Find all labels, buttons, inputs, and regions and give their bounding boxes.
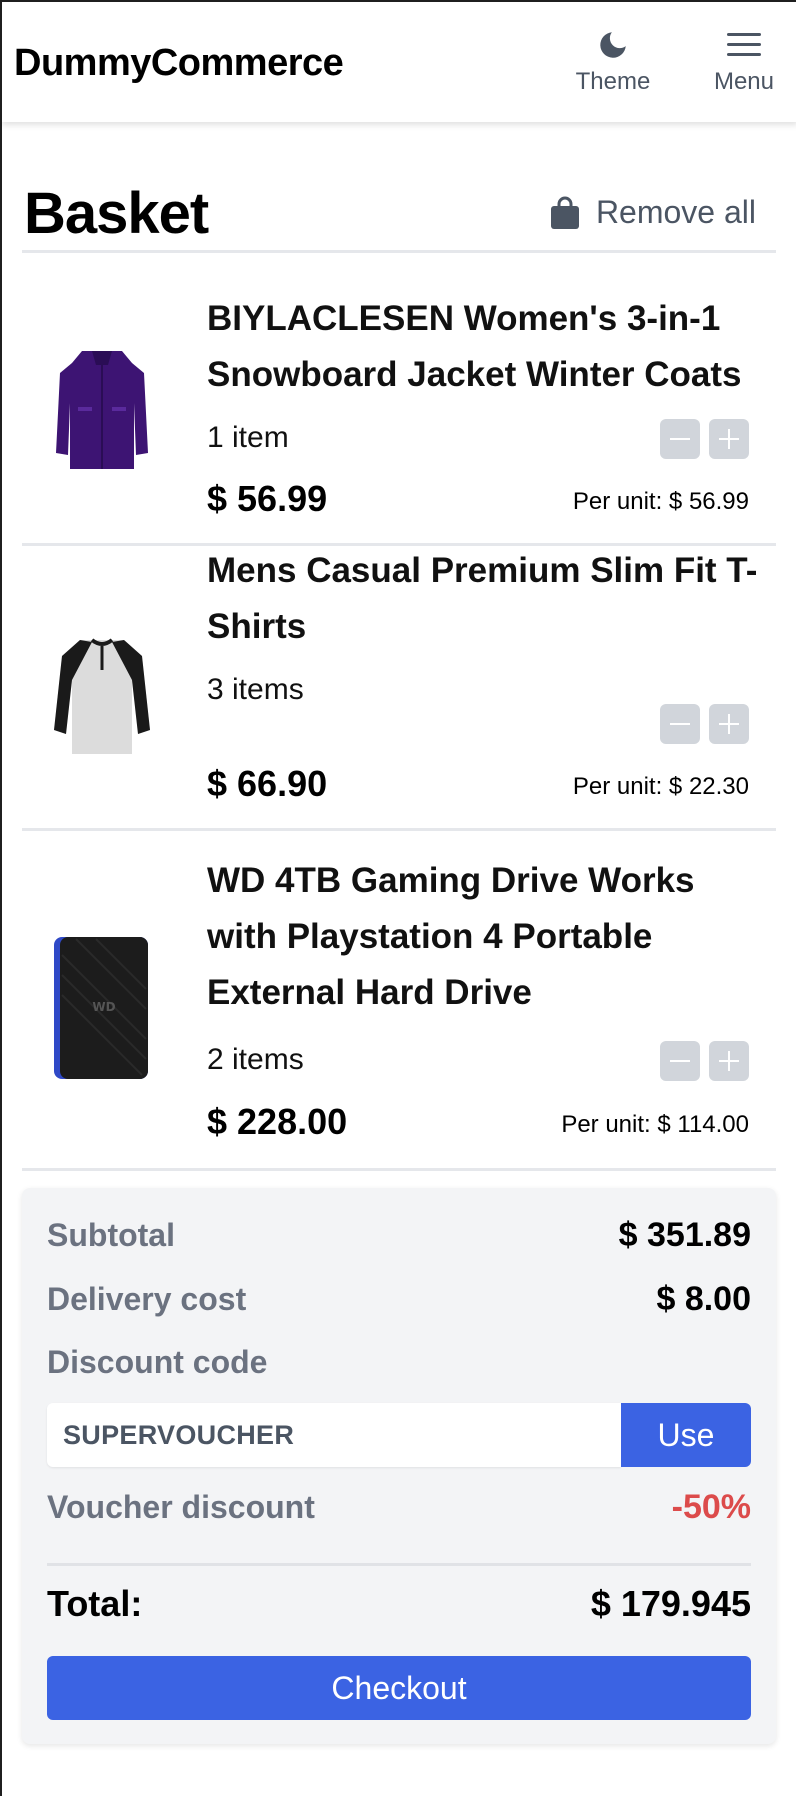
quantity-stepper bbox=[660, 704, 749, 744]
decrease-quantity-button[interactable] bbox=[660, 419, 700, 459]
item-total-price: $ 56.99 bbox=[207, 478, 328, 519]
purple-jacket-image bbox=[56, 351, 148, 469]
item-unit-price: Per unit: $ 114.00 bbox=[561, 1111, 749, 1138]
brand-logo[interactable]: DummyCommerce bbox=[14, 42, 344, 85]
apply-discount-button[interactable]: Use bbox=[621, 1403, 751, 1467]
svg-text:WD: WD bbox=[92, 1000, 115, 1014]
bag-icon bbox=[550, 196, 579, 229]
order-summary-card: Subtotal $ 351.89 Delivery cost $ 8.00 D… bbox=[22, 1188, 776, 1744]
item-unit-price: Per unit: $ 56.99 bbox=[572, 488, 749, 515]
plus-icon bbox=[719, 1051, 739, 1071]
divider bbox=[22, 1168, 776, 1171]
increase-quantity-button[interactable] bbox=[709, 419, 749, 459]
subtotal-row: Subtotal $ 351.89 bbox=[47, 1216, 751, 1255]
decrease-quantity-button[interactable] bbox=[660, 1041, 700, 1081]
item-quantity: 3 items bbox=[207, 673, 304, 706]
hard-drive-image: WD bbox=[54, 937, 148, 1079]
menu-label: Menu bbox=[713, 68, 775, 95]
item-title[interactable]: WD 4TB Gaming Drive Works with Playstati… bbox=[207, 853, 767, 1021]
basket-item: WD WD 4TB Gaming Drive Works with Playst… bbox=[22, 831, 776, 1168]
item-total-price: $ 66.90 bbox=[207, 763, 328, 804]
increase-quantity-button[interactable] bbox=[709, 704, 749, 744]
total-label: Total: bbox=[47, 1583, 143, 1624]
item-quantity: 2 items bbox=[207, 1043, 304, 1076]
remove-all-button[interactable]: Remove all bbox=[550, 194, 756, 231]
plus-icon bbox=[719, 714, 739, 734]
delivery-row: Delivery cost $ 8.00 bbox=[47, 1280, 751, 1319]
total-value: $ 179.945 bbox=[590, 1583, 751, 1624]
discount-code-row: Discount code bbox=[47, 1344, 751, 1381]
raglan-tshirt-image bbox=[54, 638, 150, 754]
checkout-button[interactable]: Checkout bbox=[47, 1656, 751, 1720]
basket-item: Mens Casual Premium Slim Fit T-Shirts 3 … bbox=[22, 546, 776, 828]
minus-icon bbox=[670, 438, 690, 440]
subtotal-label: Subtotal bbox=[47, 1217, 175, 1253]
item-total-price: $ 228.00 bbox=[207, 1101, 348, 1142]
quantity-stepper bbox=[660, 419, 749, 459]
item-quantity: 1 item bbox=[207, 421, 289, 454]
discount-code-label: Discount code bbox=[47, 1344, 268, 1380]
hamburger-icon bbox=[727, 33, 761, 56]
moon-icon bbox=[600, 32, 626, 58]
delivery-label: Delivery cost bbox=[47, 1281, 247, 1317]
minus-icon bbox=[670, 1060, 690, 1062]
basket-item: BIYLACLESEN Women's 3-in-1 Snowboard Jac… bbox=[22, 253, 776, 543]
total-row: Total: $ 179.945 bbox=[47, 1583, 751, 1625]
top-navbar: DummyCommerce Theme Menu bbox=[2, 2, 796, 122]
minus-icon bbox=[670, 723, 690, 725]
increase-quantity-button[interactable] bbox=[709, 1041, 749, 1081]
item-title[interactable]: BIYLACLESEN Women's 3-in-1 Snowboard Jac… bbox=[207, 291, 767, 403]
theme-toggle-button[interactable]: Theme bbox=[558, 28, 668, 96]
page-title: Basket bbox=[24, 181, 209, 246]
quantity-stepper bbox=[660, 1041, 749, 1081]
theme-label: Theme bbox=[575, 68, 651, 95]
voucher-label: Voucher discount bbox=[47, 1489, 315, 1525]
item-unit-price: Per unit: $ 22.30 bbox=[572, 773, 749, 800]
app-frame: DummyCommerce Theme Menu Basket Remove a… bbox=[0, 0, 796, 1796]
delivery-value: $ 8.00 bbox=[656, 1280, 751, 1318]
voucher-row: Voucher discount -50% bbox=[47, 1488, 751, 1527]
remove-all-label: Remove all bbox=[595, 194, 756, 230]
voucher-value: -50% bbox=[671, 1488, 751, 1526]
menu-button[interactable]: Menu bbox=[702, 28, 786, 96]
decrease-quantity-button[interactable] bbox=[660, 704, 700, 744]
discount-code-input[interactable] bbox=[47, 1403, 621, 1467]
plus-icon bbox=[719, 429, 739, 449]
subtotal-value: $ 351.89 bbox=[618, 1216, 751, 1254]
divider bbox=[47, 1563, 751, 1566]
item-title[interactable]: Mens Casual Premium Slim Fit T-Shirts bbox=[207, 543, 767, 655]
